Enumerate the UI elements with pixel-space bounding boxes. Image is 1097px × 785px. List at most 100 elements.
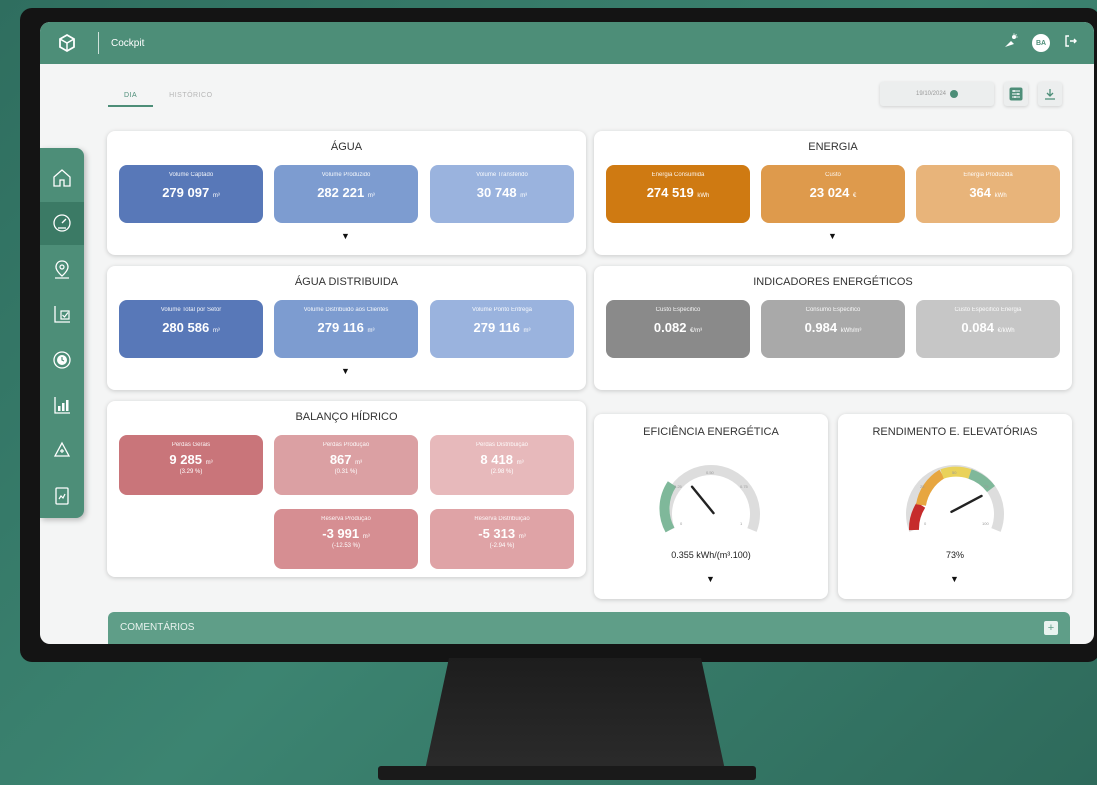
nav-map[interactable] xyxy=(40,247,84,291)
card-value: 0.084 €/kWh xyxy=(961,320,1015,335)
tick-label: 0.75 xyxy=(740,484,749,489)
expand-rendimento-arrow[interactable]: ▼ xyxy=(950,574,959,584)
card-perdas-gerais[interactable]: Perdas Gerais 9 285 m³ (3.29 %) xyxy=(119,435,263,495)
card-volume-ponto-entrega[interactable]: Volume Ponto Entrega 279 116 m³ xyxy=(430,300,574,358)
add-comment-button[interactable]: + xyxy=(1044,621,1058,635)
logout-icon[interactable] xyxy=(1064,34,1078,53)
tick-label: 75 xyxy=(984,484,989,489)
chart-check-icon xyxy=(54,306,70,323)
balanco-hidrico-panel: BALANÇO HÍDRICO Perdas Gerais 9 285 m³ (… xyxy=(107,401,586,577)
logo-cube-icon[interactable] xyxy=(56,32,78,54)
bar-chart-icon xyxy=(54,397,70,414)
tab-dia[interactable]: DIA xyxy=(108,86,154,107)
expand-eficiencia-arrow[interactable]: ▼ xyxy=(706,574,715,584)
expand-agua-distribuida-arrow[interactable]: ▼ xyxy=(341,366,350,376)
card-value: 0.984 kWh/m³ xyxy=(804,320,862,335)
tick-label: 0 xyxy=(924,521,927,526)
card-label: Volume Produzido xyxy=(321,172,371,178)
rendimento-panel: RENDIMENTO E. ELEVATÓRIAS 0 25 50 75 100… xyxy=(838,414,1072,599)
card-label: Energia Consumida xyxy=(651,172,705,178)
download-icon xyxy=(1045,89,1055,100)
nav-reports[interactable] xyxy=(40,293,84,337)
energia-panel: ENERGIA Energia Consumida 274 519 kWh Cu… xyxy=(594,131,1072,255)
nav-history[interactable] xyxy=(40,338,84,382)
card-label: Custo Especifico Energia xyxy=(954,307,1022,313)
card-volume-distribuido-clientes[interactable]: Volume Distribuido aos Clientes 279 116 … xyxy=(274,300,418,358)
card-volume-total-setor[interactable]: Volume Total por Setor 280 586 m³ xyxy=(119,300,263,358)
agua-distribuida-title: ÁGUA DISTRIBUIDA xyxy=(294,276,399,288)
comments-bar[interactable]: COMENTÁRIOS + xyxy=(108,612,1070,644)
screen: Cockpit BA DIA HISTÓRICO 19/10/2024 ÁGUA… xyxy=(40,22,1094,644)
eficiencia-title: EFICIÊNCIA ENERGÉTICA xyxy=(643,426,779,438)
card-value: 867 m³ xyxy=(329,452,363,467)
nav-recycle[interactable] xyxy=(40,429,84,473)
agua-title: ÁGUA xyxy=(330,141,363,153)
card-label: Consumo Especifico xyxy=(805,307,861,313)
comments-label: COMENTÁRIOS xyxy=(120,622,195,633)
nav-documents[interactable] xyxy=(40,475,84,519)
card-value: 280 586 m³ xyxy=(162,320,220,335)
card-label: Perdas Distribuição xyxy=(475,442,529,448)
tab-historico[interactable]: HISTÓRICO xyxy=(153,86,228,107)
card-percent: (-12.53 %) xyxy=(331,543,360,549)
card-label: Custo xyxy=(825,172,841,178)
card-volume-captado[interactable]: Volume Captado 279 097 m³ xyxy=(119,165,263,223)
gauge-needle xyxy=(690,485,715,515)
card-perdas-producao[interactable]: Perdas Produção 867 m³ (0.31 %) xyxy=(274,435,418,495)
tick-label: 0.25 xyxy=(674,484,683,489)
date-picker[interactable]: 19/10/2024 xyxy=(880,82,994,106)
card-label: Volume Transferido xyxy=(476,172,528,178)
card-value: 279 116 m³ xyxy=(317,320,375,335)
card-reserva-producao[interactable]: Reserva Produção -3 991 m³ (-12.53 %) xyxy=(274,509,418,569)
tick-label: 0 xyxy=(680,521,683,526)
card-energia-produzida[interactable]: Energia Produzida 364 kWh xyxy=(916,165,1060,223)
topbar-divider xyxy=(98,32,99,54)
nav-home[interactable] xyxy=(40,156,84,200)
card-perdas-distribuicao[interactable]: Perdas Distribuição 8 418 m³ (2.98 %) xyxy=(430,435,574,495)
balanco-title: BALANÇO HÍDRICO xyxy=(295,411,398,423)
user-avatar[interactable]: BA xyxy=(1032,34,1050,52)
energia-title: ENERGIA xyxy=(808,141,858,153)
card-label: Volume Total por Setor xyxy=(160,307,222,313)
card-percent: (2.98 %) xyxy=(490,469,514,475)
card-label: Reserva Distribuição xyxy=(474,516,530,522)
nav-cockpit[interactable] xyxy=(40,201,84,245)
tick-label: 100 xyxy=(982,521,989,526)
filter-button[interactable] xyxy=(1004,82,1028,106)
top-bar: Cockpit BA xyxy=(40,22,1094,64)
tick-label: 25 xyxy=(920,484,925,489)
card-value: 9 285 m³ xyxy=(169,452,213,467)
nav-analytics[interactable] xyxy=(40,384,84,428)
card-reserva-distribuicao[interactable]: Reserva Distribuição -5 313 m³ (-2.94 %) xyxy=(430,509,574,569)
app-title: Cockpit xyxy=(111,37,145,49)
document-chart-icon xyxy=(55,487,69,505)
card-energia-consumida[interactable]: Energia Consumida 274 519 kWh xyxy=(606,165,750,223)
theme-toggle-icon[interactable] xyxy=(1002,33,1018,54)
card-label: Perdas Produção xyxy=(322,442,370,448)
card-volume-produzido[interactable]: Volume Produzido 282 221 m³ xyxy=(274,165,418,223)
rendimento-value: 73% xyxy=(945,550,964,560)
filter-icon xyxy=(1009,87,1023,101)
card-label: Perdas Gerais xyxy=(171,442,211,448)
rendimento-title: RENDIMENTO E. ELEVATÓRIAS xyxy=(872,426,1038,438)
card-percent: (3.29 %) xyxy=(179,469,203,475)
card-value: 30 748 m³ xyxy=(476,185,528,200)
home-icon xyxy=(53,168,71,187)
date-value: 19/10/2024 xyxy=(915,91,947,97)
card-percent: (0.31 %) xyxy=(334,469,358,475)
card-value: -5 313 m³ xyxy=(478,526,526,541)
monitor-base xyxy=(378,766,756,780)
expand-energia-arrow[interactable]: ▼ xyxy=(828,231,837,241)
card-value: 364 kWh xyxy=(969,185,1007,200)
card-custo-especifico[interactable]: Custo Especifico 0.082 €/m³ xyxy=(606,300,750,358)
card-volume-transferido[interactable]: Volume Transferido 30 748 m³ xyxy=(430,165,574,223)
card-custo-especifico-energia[interactable]: Custo Especifico Energia 0.084 €/kWh xyxy=(916,300,1060,358)
card-value: 274 519 kWh xyxy=(646,185,710,200)
card-value: -3 991 m³ xyxy=(322,526,370,541)
card-consumo-especifico[interactable]: Consumo Especifico 0.984 kWh/m³ xyxy=(761,300,905,358)
recycle-icon xyxy=(53,441,71,457)
card-custo[interactable]: Custo 23 024 € xyxy=(761,165,905,223)
expand-agua-arrow[interactable]: ▼ xyxy=(341,231,350,241)
card-value: 279 116 m³ xyxy=(473,320,531,335)
download-button[interactable] xyxy=(1038,82,1062,106)
